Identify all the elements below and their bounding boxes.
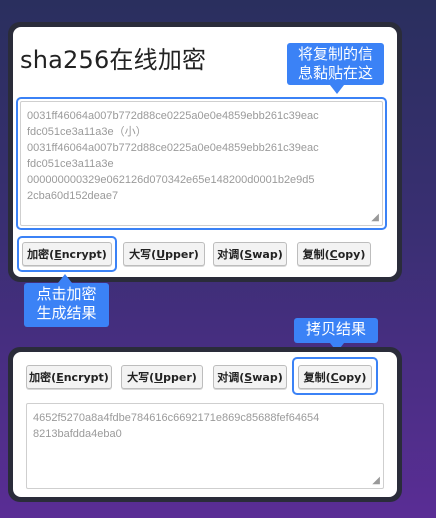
swap-label-key: S xyxy=(244,247,253,261)
swap-label-post: wap) xyxy=(252,370,283,384)
copy-tooltip: 拷贝结果 xyxy=(294,318,378,343)
encrypt-label-post: ncrypt) xyxy=(61,247,107,261)
output-line: 4652f5270a8a4fdbe784616c6692171e869c8568… xyxy=(33,412,320,424)
output-line: 8213bafdda4eba0 xyxy=(33,428,122,440)
swap-button[interactable]: 对调(Swap) xyxy=(213,242,287,266)
encrypt-label-pre: 加密( xyxy=(27,248,55,261)
encrypt-label-post: ncrypt) xyxy=(63,370,109,384)
copy-button[interactable]: 复制(Copy) xyxy=(298,365,372,389)
paste-tooltip-arrow xyxy=(330,85,344,94)
encrypt-label-pre: 加密( xyxy=(29,371,57,384)
upper-label-pre: 大写( xyxy=(127,371,155,384)
copy-label-post: opy) xyxy=(338,370,367,384)
input-line: 0031ff46064a007b772d88ce0225a0e0e4859ebb… xyxy=(27,142,319,154)
page-title: sha256在线加密 xyxy=(20,46,207,74)
input-line: 0031ff46064a007b772d88ce0225a0e0e4859ebb… xyxy=(27,110,319,122)
paste-tooltip-line2: 息黏贴在这 xyxy=(297,64,373,82)
input-line: fdc051ce3a11a3e（小） xyxy=(27,126,147,138)
upper-label-post: pper) xyxy=(163,370,197,384)
upper-label-key: U xyxy=(156,247,166,261)
upper-label-post: pper) xyxy=(165,247,199,261)
swap-label-pre: 对调( xyxy=(217,371,245,384)
copy-label-key: C xyxy=(330,370,339,384)
swap-label-key: S xyxy=(244,370,253,384)
input-line: 000000000329e062126d070342e65e148200d000… xyxy=(27,174,315,186)
encrypt-label-key: E xyxy=(56,370,64,384)
paste-tooltip-line1: 将复制的信 xyxy=(297,45,373,63)
resize-handle-icon[interactable]: ◢ xyxy=(372,476,380,486)
input-textarea[interactable]: 0031ff46064a007b772d88ce0225a0e0e4859ebb… xyxy=(20,101,383,226)
copy-label-key: C xyxy=(329,247,338,261)
input-line: 2cba60d152deae7 xyxy=(27,190,119,202)
encrypt-tooltip-line1: 点击加密 xyxy=(36,285,97,303)
copy-label-pre: 复制( xyxy=(302,248,330,261)
copy-button-top[interactable]: 复制(Copy) xyxy=(297,242,371,266)
input-line: fdc051ce3a11a3e xyxy=(27,158,114,170)
swap-label-pre: 对调( xyxy=(217,248,245,261)
encrypt-tooltip-line2: 生成结果 xyxy=(36,304,97,322)
copy-label-pre: 复制( xyxy=(303,371,331,384)
upper-label-pre: 大写( xyxy=(129,248,157,261)
output-textarea[interactable]: 4652f5270a8a4fdbe784616c6692171e869c8568… xyxy=(26,403,384,489)
upper-label-key: U xyxy=(154,370,164,384)
upper-button[interactable]: 大写(Upper) xyxy=(123,242,205,266)
encrypt-tooltip: 点击加密 生成结果 xyxy=(24,283,109,327)
resize-handle-icon[interactable]: ◢ xyxy=(371,213,379,223)
encrypt-button-bottom[interactable]: 加密(Encrypt) xyxy=(26,365,112,389)
copy-label-post: opy) xyxy=(337,247,366,261)
upper-button-bottom[interactable]: 大写(Upper) xyxy=(121,365,203,389)
encrypt-tooltip-arrow xyxy=(58,274,72,283)
swap-label-post: wap) xyxy=(252,247,283,261)
copy-tooltip-text: 拷贝结果 xyxy=(305,320,366,338)
encrypt-button[interactable]: 加密(Encrypt) xyxy=(22,242,112,266)
encrypt-label-key: E xyxy=(54,247,62,261)
swap-button-bottom[interactable]: 对调(Swap) xyxy=(213,365,287,389)
paste-tooltip: 将复制的信 息黏贴在这 xyxy=(287,43,384,85)
